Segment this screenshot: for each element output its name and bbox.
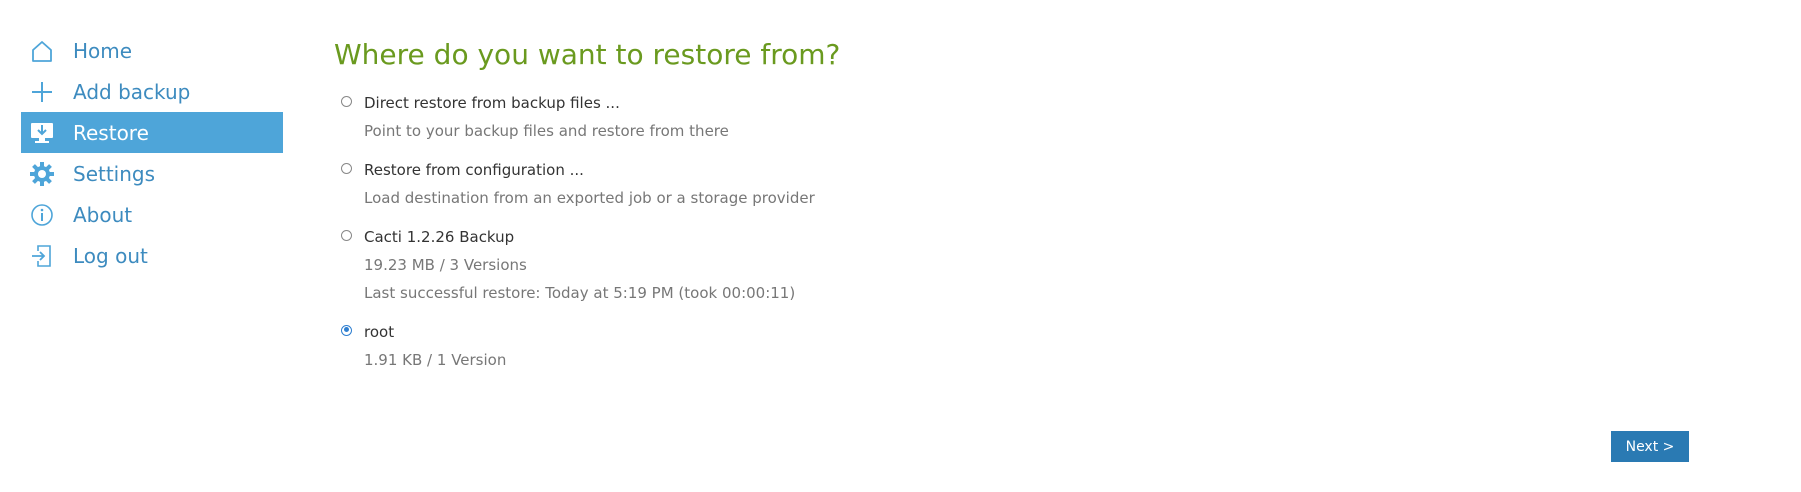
radio-direct-restore[interactable]: [341, 95, 352, 107]
sidebar-item-label: Add backup: [73, 79, 191, 104]
option-description: Point to your backup files and restore f…: [364, 121, 729, 140]
sidebar-item-restore[interactable]: Restore: [21, 112, 283, 153]
home-icon: [29, 38, 55, 64]
sidebar-item-label: About: [73, 202, 133, 227]
sidebar-item-label: Restore: [73, 120, 149, 145]
sidebar-item-add-backup[interactable]: Add backup: [21, 71, 283, 112]
sidebar: Home Add backup Restore Settings About L…: [21, 30, 283, 276]
option-title[interactable]: Direct restore from backup files ...: [364, 93, 1684, 113]
option-title[interactable]: root: [364, 322, 1684, 342]
radio-restore-configuration[interactable]: [341, 162, 352, 174]
restore-option-direct: Direct restore from backup files ... Poi…: [334, 93, 1684, 141]
option-size: 1.91 KB / 1 Version: [364, 350, 507, 369]
sidebar-item-label: Settings: [73, 161, 156, 186]
restore-option-configuration: Restore from configuration ... Load dest…: [334, 160, 1684, 208]
next-button[interactable]: Next >: [1611, 431, 1689, 462]
plus-icon: [29, 79, 55, 105]
gear-icon: [29, 161, 55, 187]
sidebar-item-label: Home: [73, 38, 133, 63]
main-content: Where do you want to restore from? Direc…: [334, 38, 1684, 389]
restore-option-cacti-backup: Cacti 1.2.26 Backup 19.23 MB / 3 Version…: [334, 227, 1684, 303]
option-last-restore: Last successful restore: Today at 5:19 P…: [364, 283, 796, 302]
option-title[interactable]: Restore from configuration ...: [364, 160, 1684, 180]
restore-icon: [29, 120, 55, 146]
radio-cacti-backup[interactable]: [341, 229, 352, 241]
option-title[interactable]: Cacti 1.2.26 Backup: [364, 227, 1684, 247]
sidebar-item-about[interactable]: About: [21, 194, 283, 235]
logout-icon: [29, 243, 55, 269]
info-icon: [29, 202, 55, 228]
option-size: 19.23 MB / 3 Versions: [364, 255, 527, 274]
sidebar-item-home[interactable]: Home: [21, 30, 283, 71]
radio-root[interactable]: [341, 324, 352, 336]
page-title: Where do you want to restore from?: [334, 38, 841, 71]
sidebar-item-logout[interactable]: Log out: [21, 235, 283, 276]
sidebar-item-settings[interactable]: Settings: [21, 153, 283, 194]
restore-option-root: root 1.91 KB / 1 Version: [334, 322, 1684, 370]
sidebar-item-label: Log out: [73, 243, 148, 268]
option-description: Load destination from an exported job or…: [364, 188, 815, 207]
